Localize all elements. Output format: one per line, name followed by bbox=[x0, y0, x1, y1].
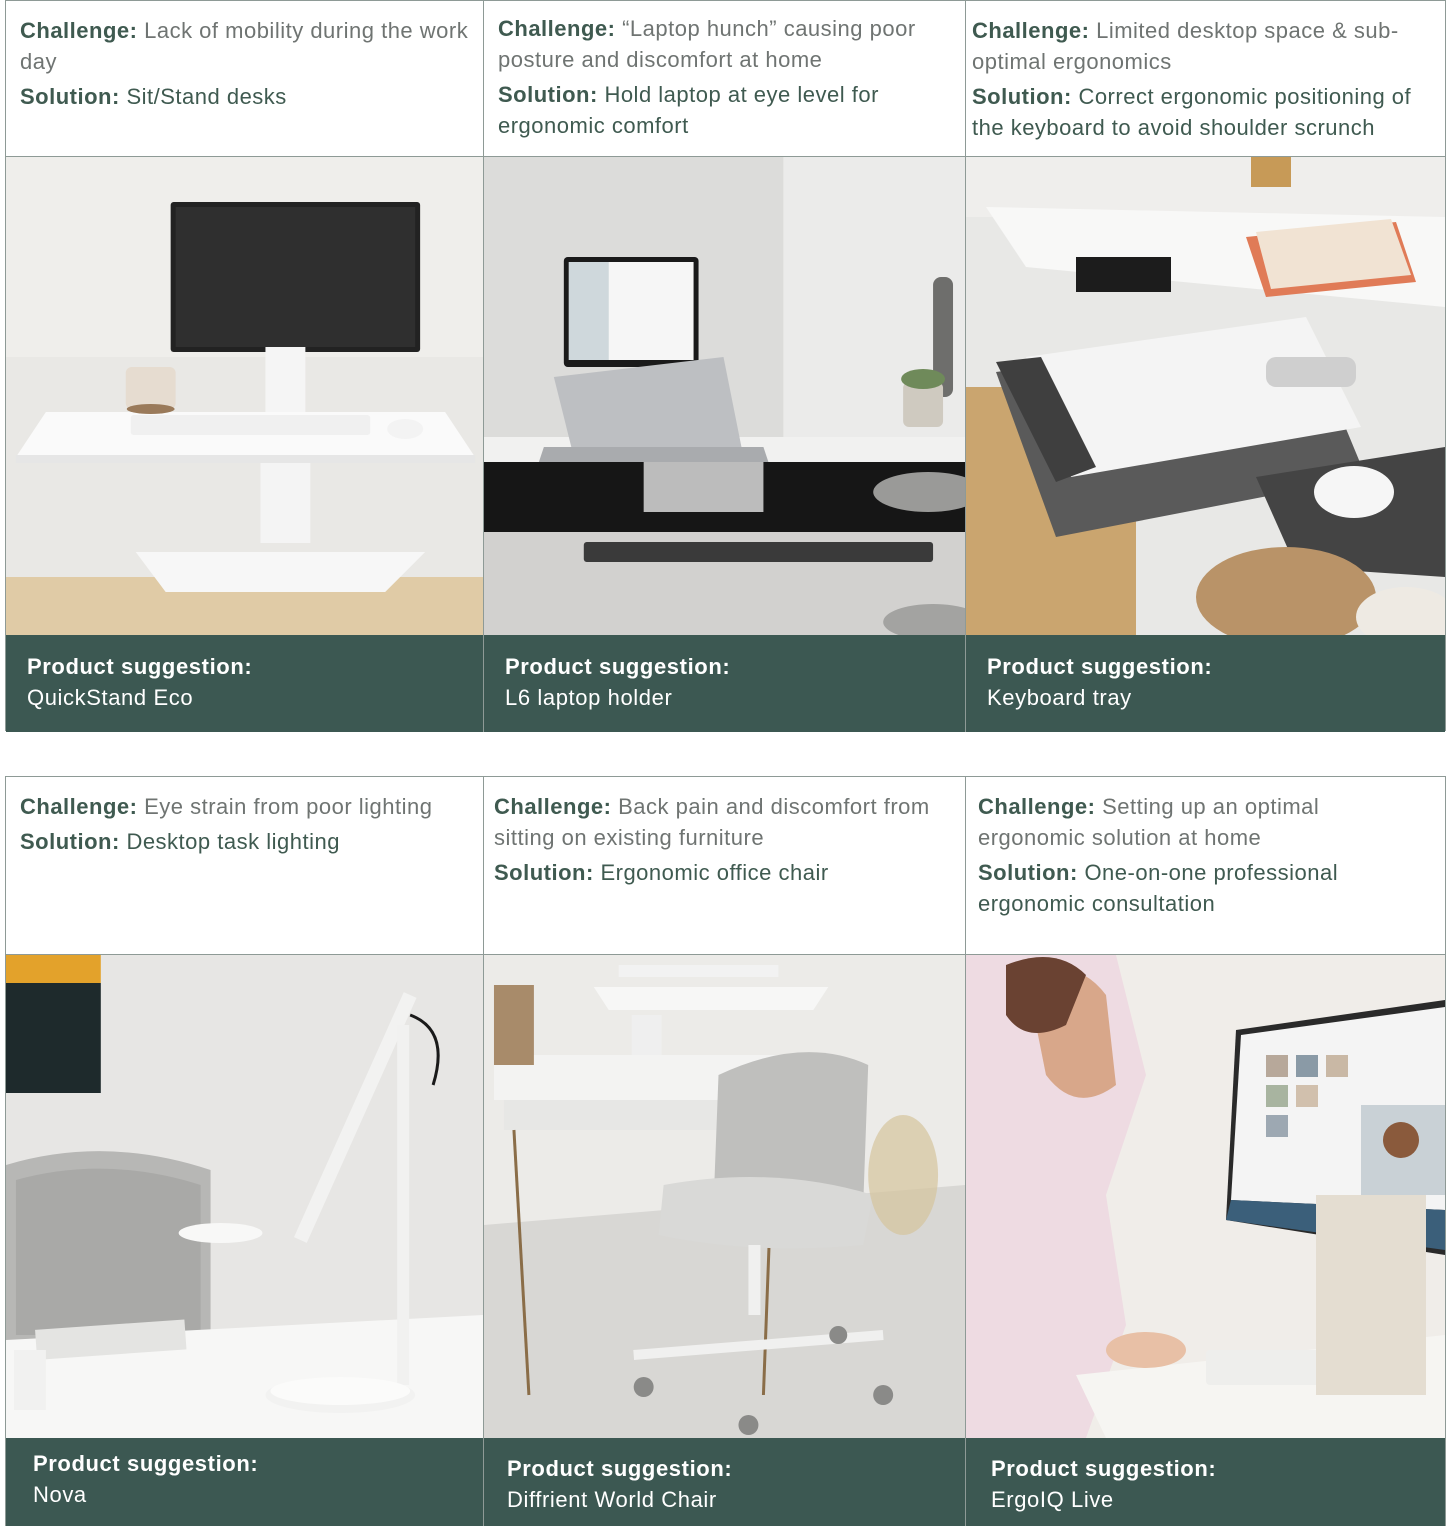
product-name: Diffrient World Chair bbox=[507, 1487, 717, 1512]
solution-label: Solution: bbox=[20, 84, 120, 109]
product-label: Product suggestion: bbox=[991, 1456, 1217, 1481]
desk-lamp-photo bbox=[6, 955, 484, 1438]
challenge-card-keyboard-tray: Challenge: Limited desktop space & sub-o… bbox=[966, 1, 1445, 157]
product-name: Nova bbox=[33, 1482, 87, 1507]
product-label: Product suggestion: bbox=[27, 654, 253, 679]
product-name: ErgoIQ Live bbox=[991, 1487, 1114, 1512]
challenge-label: Challenge: bbox=[498, 16, 616, 41]
challenge-label: Challenge: bbox=[494, 794, 612, 819]
solution-label: Solution: bbox=[498, 82, 598, 107]
challenge-card-ergoiq: Challenge: Setting up an optimal ergonom… bbox=[966, 777, 1445, 955]
solution-label: Solution: bbox=[20, 829, 120, 854]
solution-text: Ergonomic office chair bbox=[600, 860, 829, 885]
product-card-quickstand: Product suggestion: QuickStand Eco bbox=[6, 635, 484, 732]
product-label: Product suggestion: bbox=[987, 654, 1213, 679]
product-card-nova: Product suggestion: Nova bbox=[6, 1438, 484, 1526]
product-label: Product suggestion: bbox=[505, 654, 731, 679]
challenge-card-world-chair: Challenge: Back pain and discomfort from… bbox=[484, 777, 966, 955]
office-chair-photo bbox=[484, 955, 966, 1438]
challenge-label: Challenge: bbox=[978, 794, 1096, 819]
product-card-world-chair: Product suggestion: Diffrient World Chai… bbox=[484, 1438, 966, 1526]
sit-stand-converter-photo bbox=[6, 157, 484, 635]
laptop-holder-photo bbox=[484, 157, 966, 635]
solutions-grid-bottom: Challenge: Eye strain from poor lighting… bbox=[5, 776, 1446, 1526]
challenge-label: Challenge: bbox=[20, 794, 138, 819]
product-name: L6 laptop holder bbox=[505, 685, 673, 710]
solution-label: Solution: bbox=[494, 860, 594, 885]
challenge-card-nova: Challenge: Eye strain from poor lighting… bbox=[6, 777, 484, 955]
product-label: Product suggestion: bbox=[507, 1456, 733, 1481]
product-card-laptop-holder: Product suggestion: L6 laptop holder bbox=[484, 635, 966, 732]
keyboard-tray-photo bbox=[966, 157, 1445, 635]
solution-label: Solution: bbox=[972, 84, 1072, 109]
product-card-keyboard-tray: Product suggestion: Keyboard tray bbox=[966, 635, 1445, 732]
product-name: Keyboard tray bbox=[987, 685, 1132, 710]
challenge-card-laptop-holder: Challenge: “Laptop hunch” causing poor p… bbox=[484, 1, 966, 157]
product-card-ergoiq: Product suggestion: ErgoIQ Live bbox=[966, 1438, 1445, 1526]
solution-text: Desktop task lighting bbox=[126, 829, 340, 854]
product-name: QuickStand Eco bbox=[27, 685, 194, 710]
solution-text: Sit/Stand desks bbox=[126, 84, 287, 109]
video-consultation-photo bbox=[966, 955, 1445, 1438]
solution-label: Solution: bbox=[978, 860, 1078, 885]
challenge-label: Challenge: bbox=[972, 18, 1090, 43]
challenge-card-quickstand: Challenge: Lack of mobility during the w… bbox=[6, 1, 484, 157]
challenge-label: Challenge: bbox=[20, 18, 138, 43]
solutions-grid-top: Challenge: Lack of mobility during the w… bbox=[5, 0, 1446, 732]
challenge-text: Eye strain from poor lighting bbox=[144, 794, 433, 819]
product-label: Product suggestion: bbox=[33, 1451, 259, 1476]
